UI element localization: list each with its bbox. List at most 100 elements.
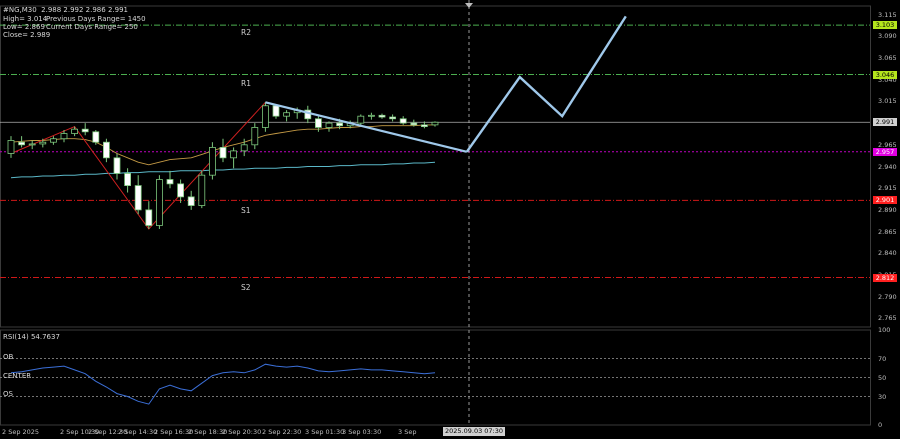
candle-body: [113, 157, 121, 174]
rsi-center-label: CENTER: [3, 372, 32, 380]
time-axis-label: 2 Sep 20:30: [222, 428, 262, 436]
time-axis-label: 2 Sep 14:30: [118, 428, 158, 436]
time-axis-label: 3 Sep 01:30: [305, 428, 345, 436]
candle: [155, 175, 163, 229]
price-tag-pivot: 2.957: [873, 147, 897, 156]
rsi-axis-label: 70: [878, 354, 887, 363]
price-axis-label: 2.940: [878, 162, 897, 171]
candle-body: [60, 133, 68, 140]
candle-body: [399, 118, 407, 124]
chart-canvas[interactable]: [0, 0, 900, 439]
price-tag-s2: 2.812: [873, 273, 897, 282]
pivot-s2-label: S2: [241, 283, 251, 292]
pivot-r1-label: R1: [241, 79, 251, 88]
candle-body: [198, 174, 206, 206]
candle-body: [145, 209, 153, 226]
candle-body: [81, 128, 89, 133]
candle: [219, 138, 227, 163]
candle: [145, 201, 153, 229]
price-axis-label: 2.915: [878, 184, 897, 193]
candle: [261, 102, 269, 132]
price-axis-label: 3.015: [878, 97, 897, 106]
candle-body: [18, 141, 26, 146]
candle: [81, 123, 89, 136]
candle: [367, 112, 375, 120]
candle-body: [336, 122, 344, 127]
candle: [389, 114, 397, 122]
time-axis-label: 2 Sep 22:30: [262, 428, 302, 436]
rsi-line: [10, 363, 436, 405]
candle-body: [7, 140, 15, 154]
candle: [378, 113, 386, 119]
prev-range-info: Previous Days Range= 1450: [46, 15, 146, 23]
candle: [251, 123, 259, 150]
candle-body: [283, 112, 291, 117]
rsi-axis-label: 100: [878, 326, 891, 334]
candle-body: [251, 127, 259, 146]
candle-body: [272, 105, 280, 117]
candle: [134, 175, 142, 215]
price-axis-label: 2.840: [878, 249, 897, 258]
rsi-axis-label: 30: [878, 392, 887, 401]
candle-body: [187, 196, 195, 206]
candle-body: [240, 144, 248, 152]
rsi-axis-label: 0: [878, 421, 883, 429]
cur-range-info: Current Days Range= 250: [46, 23, 138, 31]
price-tag-s1: 2.901: [873, 196, 897, 205]
time-axis-label: 3 Sep: [398, 428, 417, 436]
candle-body: [50, 138, 57, 143]
chart-window[interactable]: #NG,M30 2.988 2.992 2.986 2.991 High= 3.…: [0, 0, 900, 439]
symbol-info: #NG,M30 2.988 2.992 2.986 2.991: [3, 6, 128, 14]
candle-body: [410, 122, 418, 126]
price-tag-r2: 3.103: [873, 21, 897, 30]
candle: [208, 142, 216, 180]
price-axis-label: 2.890: [878, 205, 897, 214]
time-axis-label: 2 Sep 2025: [2, 428, 40, 436]
candle: [166, 170, 174, 189]
pivot-s1-label: S1: [241, 206, 251, 215]
candle: [304, 105, 312, 124]
candle-body: [28, 143, 36, 146]
price-axis-label: 2.790: [878, 292, 897, 301]
candle-body: [261, 105, 269, 128]
rsi-axis-label: 50: [878, 373, 887, 382]
candle: [283, 110, 291, 122]
price-axis-label: 3.065: [878, 54, 897, 63]
candle: [103, 138, 110, 163]
candle: [187, 190, 195, 210]
candle-body: [378, 114, 386, 118]
price-tag-close: 2.991: [873, 118, 897, 127]
price-panel-frame: [0, 5, 871, 328]
rsi-title: RSI(14) 54.7637: [3, 333, 60, 341]
candle-body: [166, 179, 174, 185]
candle-body: [431, 121, 439, 126]
candle-body: [367, 114, 375, 117]
price-axis-label: 3.090: [878, 32, 897, 41]
candle-body: [420, 124, 428, 127]
candle-body: [134, 185, 142, 211]
low-info: Low= 2.869: [3, 23, 45, 31]
close-info: Close= 2.989: [3, 31, 51, 39]
candle: [177, 179, 185, 203]
candle: [431, 121, 439, 127]
candle-body: [314, 118, 322, 128]
candle: [50, 136, 57, 145]
candle: [113, 153, 121, 180]
price-tag-r1: 3.046: [873, 70, 897, 79]
candle: [28, 140, 36, 150]
price-axis-label: 2.765: [878, 314, 897, 323]
candle-body: [389, 116, 397, 120]
candle-body: [71, 128, 78, 134]
candle-body: [92, 131, 100, 143]
time-axis-label: 3 Sep 03:30: [342, 428, 382, 436]
projection-path: [465, 15, 627, 153]
candle-body: [208, 147, 216, 176]
candle-body: [357, 115, 365, 124]
trendline: [265, 101, 468, 153]
candle-body: [124, 173, 131, 186]
rsi-os-label: OS: [3, 390, 13, 398]
slow-ma-line: [10, 161, 436, 179]
candle: [7, 136, 15, 158]
candle-body: [155, 179, 163, 226]
candle-body: [103, 141, 110, 159]
